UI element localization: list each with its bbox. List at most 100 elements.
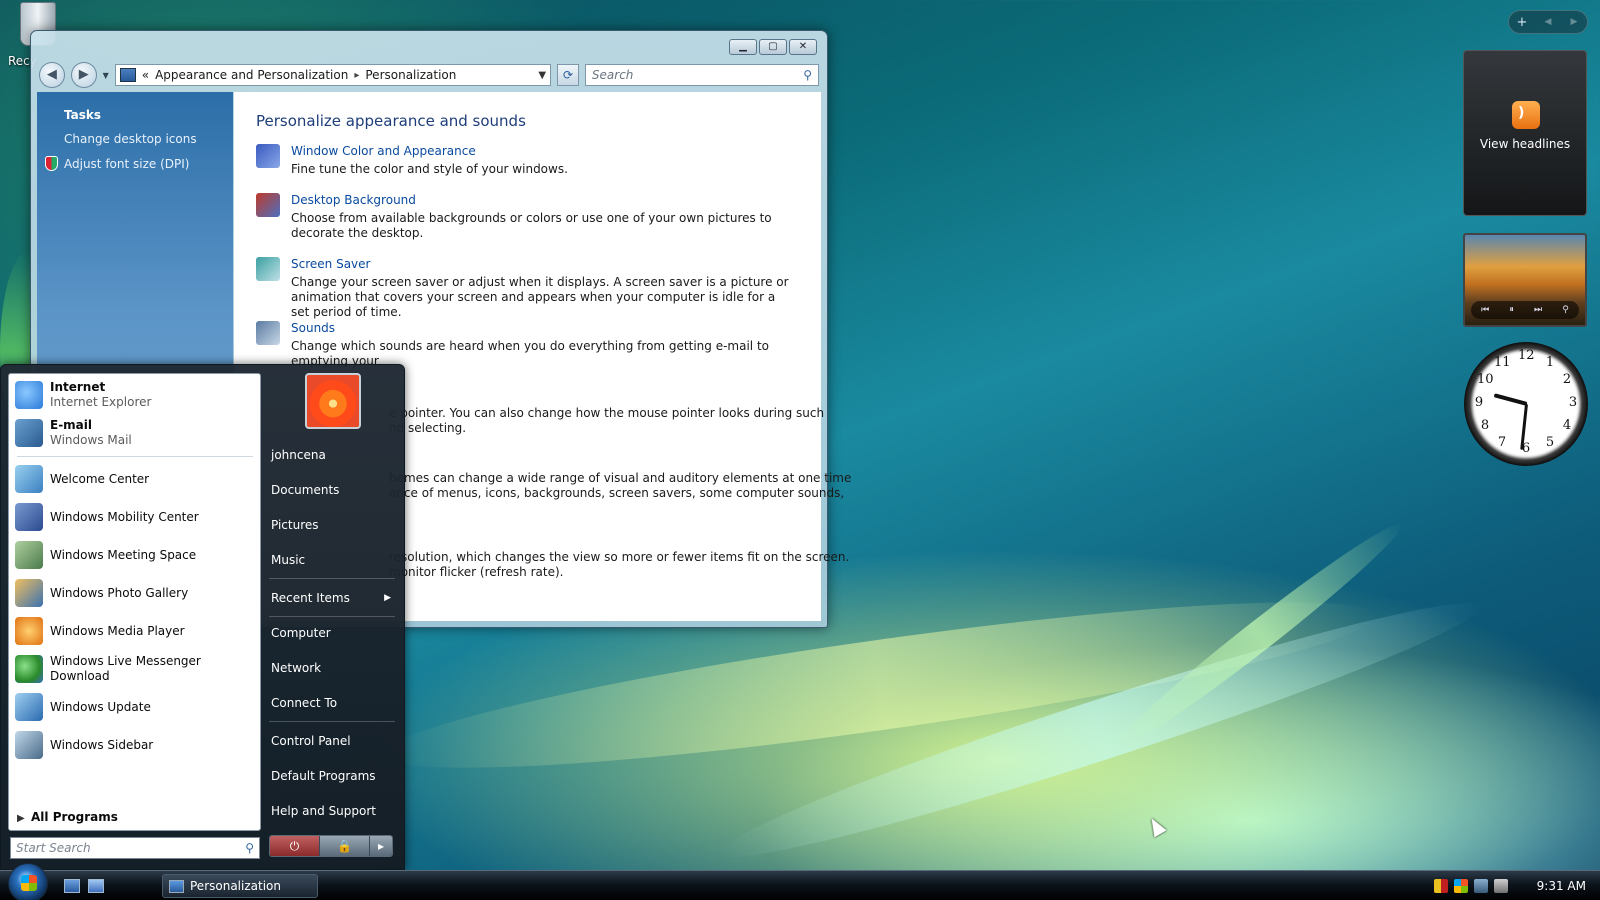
display-desc-2: monitor flicker (refresh rate).	[389, 565, 564, 579]
divider	[269, 721, 395, 722]
slideshow-gadget[interactable]: ⏮ ⏸ ⏭ ⚲	[1463, 233, 1587, 327]
rss-icon: )	[1512, 101, 1540, 129]
breadcrumb-appearance[interactable]: Appearance and Personalization	[155, 68, 348, 82]
breadcrumb-personalization[interactable]: Personalization	[365, 68, 456, 82]
pinned-internet-sub: Internet Explorer	[50, 395, 152, 409]
desktop-background-link[interactable]: Desktop Background	[291, 193, 416, 207]
taskbar: Personalization 9:31 AM	[0, 863, 1600, 900]
help-and-support-link[interactable]: Help and Support	[269, 797, 397, 825]
network-icon[interactable]	[1474, 879, 1488, 893]
view-headlines-label[interactable]: View headlines	[1464, 137, 1586, 151]
screen-saver-link[interactable]: Screen Saver	[291, 257, 370, 271]
clock-number: 7	[1497, 435, 1507, 450]
start-search-input[interactable]: Start Search ⚲	[10, 837, 260, 859]
close-button[interactable]: ✕	[789, 39, 817, 55]
recent-items-link[interactable]: Recent Items ▶	[269, 584, 397, 612]
divider	[269, 578, 395, 579]
program-welcome-center[interactable]: Welcome Center	[15, 462, 255, 496]
power-button[interactable]: ⏻	[270, 836, 320, 856]
taskbar-button-label: Personalization	[190, 879, 281, 893]
refresh-button[interactable]: ⟳	[557, 64, 579, 86]
windows-update-tray-icon[interactable]	[1454, 879, 1468, 893]
history-dropdown-icon[interactable]: ▼	[103, 71, 109, 80]
pictures-link[interactable]: Pictures	[269, 511, 397, 539]
lock-button[interactable]: 🔒	[320, 836, 370, 856]
program-media-player[interactable]: Windows Media Player	[15, 614, 255, 648]
clock-number: 4	[1562, 418, 1572, 433]
breadcrumb-separator[interactable]: ▸	[354, 70, 359, 81]
clock-gadget[interactable]: 12 1 2 3 4 5 6 7 8 9 10 11	[1464, 342, 1588, 466]
volume-muted-icon[interactable]	[1494, 879, 1508, 893]
feed-headlines-gadget[interactable]: ) View headlines	[1463, 50, 1587, 216]
sounds-link[interactable]: Sounds	[291, 321, 335, 335]
window-color-desc: Fine tune the color and style of your wi…	[291, 162, 568, 176]
program-photo-gallery[interactable]: Windows Photo Gallery	[15, 576, 255, 610]
connect-to-link[interactable]: Connect To	[269, 689, 397, 717]
window-color-link[interactable]: Window Color and Appearance	[291, 144, 476, 158]
hour-hand	[1493, 393, 1528, 406]
adjust-font-size-link[interactable]: Adjust font size (DPI)	[64, 157, 189, 171]
mouse-cursor-icon	[1145, 814, 1167, 838]
taskbar-personalization-button[interactable]: Personalization	[162, 874, 318, 898]
address-dropdown-icon[interactable]: ▼	[538, 70, 546, 81]
default-programs-link[interactable]: Default Programs	[269, 762, 397, 790]
add-gadget-button[interactable]: +	[1509, 15, 1535, 30]
control-panel-icon	[119, 68, 136, 82]
program-meeting-space[interactable]: Windows Meeting Space	[15, 538, 255, 572]
music-link[interactable]: Music	[269, 546, 397, 574]
theme-desc-2: ance of menus, icons, backgrounds, scree…	[389, 486, 845, 500]
program-label: Windows Media Player	[50, 623, 185, 638]
program-label: Windows Mobility Center	[50, 509, 199, 524]
breadcrumb-prefix[interactable]: «	[142, 68, 149, 82]
pinned-internet[interactable]: Internet Internet Explorer	[15, 378, 255, 412]
address-bar[interactable]: « Appearance and Personalization ▸ Perso…	[114, 64, 552, 86]
user-folder-link[interactable]: johncena	[269, 441, 397, 469]
pause-icon[interactable]: ⏸	[1509, 305, 1514, 315]
change-desktop-icons-link[interactable]: Change desktop icons	[64, 132, 197, 146]
view-icon[interactable]: ⚲	[1562, 305, 1569, 315]
clock[interactable]: 9:31 AM	[1537, 879, 1600, 893]
previous-page-button[interactable]: ◀	[1535, 17, 1561, 27]
start-button[interactable]	[8, 863, 48, 900]
next-icon[interactable]: ⏭	[1534, 305, 1542, 315]
pinned-email-title: E-mail	[50, 418, 93, 432]
search-icon[interactable]: ⚲	[245, 841, 254, 855]
mobility-center-icon	[15, 503, 43, 531]
program-label: Windows Meeting Space	[50, 547, 197, 562]
next-page-button[interactable]: ▶	[1561, 17, 1587, 27]
avatar[interactable]	[305, 373, 361, 429]
forward-button[interactable]: ▶	[70, 62, 97, 88]
pinned-email[interactable]: E-mail Windows Mail	[15, 416, 255, 450]
documents-link[interactable]: Documents	[269, 476, 397, 504]
clock-number: 1	[1545, 355, 1555, 370]
program-label: Windows Update	[50, 699, 151, 714]
all-programs-button[interactable]: ▶ All Programs	[17, 810, 118, 824]
windows-update-icon	[15, 693, 43, 721]
previous-icon[interactable]: ⏮	[1481, 305, 1489, 315]
maximize-button[interactable]: ▢	[759, 39, 787, 55]
program-windows-update[interactable]: Windows Update	[15, 690, 255, 724]
computer-link[interactable]: Computer	[269, 619, 397, 647]
switch-windows-icon[interactable]	[88, 879, 104, 893]
program-live-messenger[interactable]: Windows Live Messenger Download	[15, 652, 255, 686]
search-icon[interactable]: ⚲	[803, 68, 812, 82]
search-input[interactable]: Search ⚲	[584, 64, 820, 86]
messenger-icon	[15, 655, 43, 683]
control-panel-link[interactable]: Control Panel	[269, 727, 397, 755]
sounds-icon	[256, 321, 280, 345]
start-menu-right-pane: johncena Documents Pictures Music Recent…	[263, 373, 401, 831]
program-label: Windows Sidebar	[50, 737, 154, 752]
photo-gallery-icon	[15, 579, 43, 607]
program-windows-sidebar[interactable]: Windows Sidebar	[15, 728, 255, 762]
back-button[interactable]: ◀	[39, 62, 65, 88]
all-programs-label: All Programs	[31, 810, 118, 824]
network-link[interactable]: Network	[269, 654, 397, 682]
clock-number: 2	[1562, 372, 1572, 387]
shutdown-options-button[interactable]: ▸	[370, 836, 392, 856]
security-icon[interactable]	[1434, 879, 1448, 893]
programs-list: Internet Internet Explorer E-mail Windows …	[8, 373, 261, 831]
search-placeholder: Search	[591, 68, 634, 82]
minimize-button[interactable]: ▁	[729, 39, 757, 55]
program-mobility-center[interactable]: Windows Mobility Center	[15, 500, 255, 534]
show-desktop-icon[interactable]	[64, 879, 80, 893]
